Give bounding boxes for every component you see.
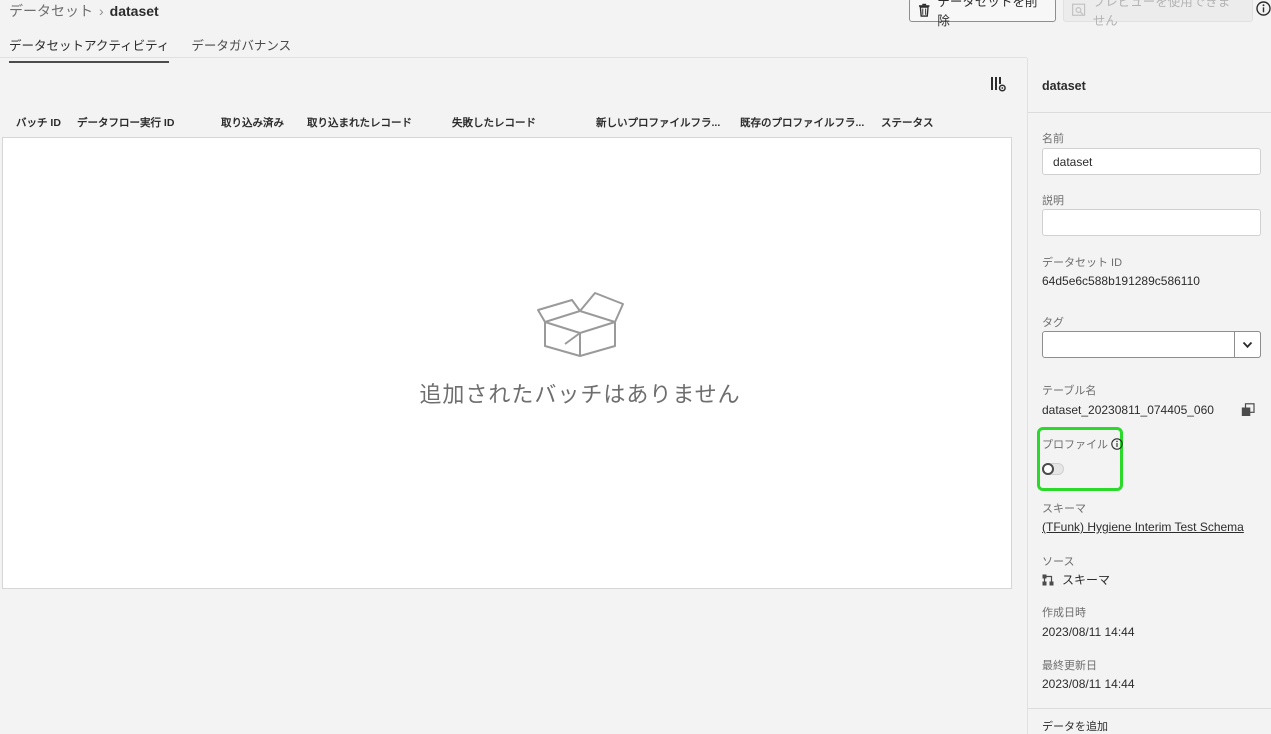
profile-toggle-knob <box>1042 463 1054 475</box>
source-value: スキーマ <box>1062 573 1111 587</box>
add-data-label: データを追加 <box>1042 721 1108 733</box>
dataset-id-label: データセット ID <box>1042 257 1123 269</box>
panel-title: dataset <box>1042 79 1086 93</box>
empty-state-message: 追加されたバッチはありません <box>419 382 741 407</box>
table-header: バッチ ID データフロー実行 ID 取り込み済み 取り込まれたレコード 失敗し… <box>0 115 1013 129</box>
name-label: 名前 <box>1042 133 1064 145</box>
column-header-records-failed[interactable]: 失敗したレコード <box>452 115 536 130</box>
panel-divider-bottom <box>1028 708 1271 709</box>
tags-input[interactable] <box>1042 331 1261 358</box>
column-header-new-profile-fragments[interactable]: 新しいプロファイルフラ... <box>596 115 720 130</box>
tags-label: タグ <box>1042 317 1064 329</box>
column-header-status[interactable]: ステータス <box>881 115 934 130</box>
schema-label: スキーマ <box>1042 503 1086 515</box>
dataset-id-value: 64d5e6c588b191289c586110 <box>1042 274 1200 288</box>
description-field[interactable] <box>1042 209 1261 236</box>
delete-dataset-button[interactable]: データセットを削除 <box>909 0 1056 28</box>
created-label: 作成日時 <box>1042 607 1086 619</box>
preview-dataset-label: プレビューを使用できません <box>1092 0 1231 28</box>
schema-link[interactable]: (TFunk) Hygiene Interim Test Schema <box>1042 520 1244 534</box>
column-header-ingested[interactable]: 取り込み済み <box>221 115 284 130</box>
source-row: スキーマ <box>1042 571 1110 588</box>
profile-label: プロファイル <box>1042 439 1108 451</box>
profile-label-row: プロファイル <box>1042 436 1123 452</box>
info-icon[interactable] <box>1256 1 1271 16</box>
description-label: 説明 <box>1042 195 1064 207</box>
source-label: ソース <box>1042 556 1075 568</box>
schema-icon <box>1042 574 1054 585</box>
column-header-batch-id[interactable]: バッチ ID <box>16 115 61 130</box>
modified-label: 最終更新日 <box>1042 660 1097 672</box>
breadcrumb: データセット › dataset <box>9 1 159 21</box>
table-name-label: テーブル名 <box>1042 385 1097 397</box>
column-header-existing-profile-fragments[interactable]: 既存のプロファイルフラ... <box>740 115 864 130</box>
batch-table-body <box>2 137 1012 589</box>
tabs-divider <box>0 57 1027 58</box>
preview-dataset-button[interactable]: プレビューを使用できません <box>1063 0 1253 28</box>
chevron-down-icon <box>1242 341 1253 348</box>
info-icon[interactable] <box>1111 438 1123 450</box>
delete-dataset-label: データセットを削除 <box>937 0 1038 28</box>
breadcrumb-current: dataset <box>109 3 159 19</box>
tab-bar: データセットアクティビティ データガバナンス <box>9 35 291 63</box>
trash-icon <box>918 3 930 17</box>
copy-icon[interactable] <box>1241 403 1255 417</box>
name-field[interactable]: dataset <box>1042 148 1261 175</box>
table-name-value: dataset_20230811_074405_060 <box>1042 403 1214 417</box>
tags-dropdown-button[interactable] <box>1234 331 1261 358</box>
breadcrumb-parent[interactable]: データセット <box>9 1 93 21</box>
preview-icon <box>1072 3 1086 16</box>
tab-dataset-activity[interactable]: データセットアクティビティ <box>9 35 170 63</box>
panel-divider <box>1028 112 1271 113</box>
column-header-records-ingested[interactable]: 取り込まれたレコード <box>307 115 412 130</box>
created-value: 2023/08/11 14:44 <box>1042 625 1135 639</box>
column-header-dataflow-run-id[interactable]: データフロー実行 ID <box>77 115 174 130</box>
breadcrumb-separator: › <box>99 3 104 19</box>
tab-data-governance[interactable]: データガバナンス <box>191 35 291 63</box>
column-settings-icon[interactable] <box>990 76 1006 92</box>
empty-box-illustration <box>537 292 624 357</box>
modified-value: 2023/08/11 14:44 <box>1042 677 1135 691</box>
